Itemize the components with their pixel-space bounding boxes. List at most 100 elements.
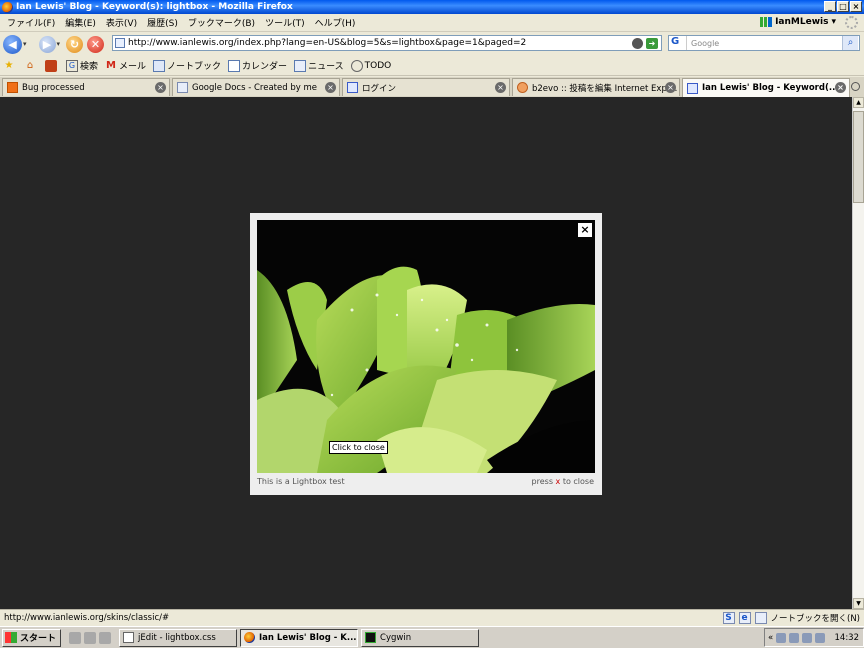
address-url: http://www.ianlewis.org/index.php?lang=e… [128,38,527,48]
tab-login[interactable]: ログイン × [342,78,510,96]
tab-list-button[interactable] [851,82,860,91]
task-cygwin[interactable]: Cygwin [361,628,480,647]
vertical-scrollbar[interactable]: ▲ ▼ [852,97,864,609]
tab-title: b2evo :: 投稿を編集 Internet Expl... [532,83,678,94]
security-icon[interactable] [789,632,800,643]
minimize-button[interactable]: _ [824,1,836,12]
maximize-button[interactable]: □ [837,1,849,12]
lightbox-close-button[interactable]: × [578,223,592,237]
bookmark-notebook[interactable]: ノートブック [153,59,221,72]
system-tray: « 14:32 [764,628,864,647]
stop-button[interactable]: ✕ [87,35,105,53]
news-icon [294,59,307,72]
ie-tab-icon[interactable]: e [738,612,751,624]
tab-b2evo[interactable]: b2evo :: 投稿を編集 Internet Expl... × [512,78,680,96]
search-icon[interactable]: ⌕ [842,36,858,50]
navigation-toolbar: ◀ ▾ ▶ ▾ ↻ ✕ http://www.ianlewis.org/inde… [0,32,864,56]
bookmark-todo[interactable]: TODO [350,59,392,72]
google-engine-icon[interactable]: G [669,36,687,50]
firefox-icon [45,59,57,72]
menu-history[interactable]: 履歴(S) [142,16,183,29]
page-overlay[interactable]: × Click to close This is a Lightbox test… [0,97,852,609]
bookmark-news[interactable]: ニュース [294,59,344,72]
status-icons: S e ノートブックを開く(N) [722,612,861,624]
bookmark-star[interactable]: ★ [3,60,17,72]
window-controls: _ □ × [824,1,862,12]
menu-bookmarks[interactable]: ブックマーク(B) [183,16,260,29]
back-history-dropdown[interactable]: ▾ [23,40,27,48]
notebook-icon [754,612,767,624]
back-button[interactable]: ◀ [3,34,22,54]
profile-menu[interactable]: IanMLewis ▾ [760,17,836,27]
bookmark-firefox[interactable] [45,59,59,72]
volume-icon[interactable] [802,632,813,643]
todo-icon [350,59,363,72]
task-firefox[interactable]: Ian Lewis' Blog - K... [240,628,359,647]
lightbox-dialog[interactable]: × Click to close This is a Lightbox test… [250,213,602,495]
forward-button[interactable]: ▶ [38,35,56,53]
page-icon [177,82,188,93]
tab-google-docs[interactable]: Google Docs - Created by me × [172,78,340,96]
feed-icon[interactable] [632,38,643,49]
bookmark-label: 検索 [80,62,99,72]
tray-expand-button[interactable]: « [768,633,773,643]
mail-icon[interactable] [815,632,826,643]
quick-launch-app-icon[interactable] [99,631,112,644]
tab-title: Google Docs - Created by me [192,82,317,93]
bookmark-label: カレンダー [242,62,288,72]
bookmark-mail[interactable]: M メール [105,59,146,72]
go-button[interactable]: ➜ [646,38,658,49]
windows-logo-icon [5,632,17,643]
close-window-button[interactable]: × [850,1,862,12]
menu-file[interactable]: ファイル(F) [2,16,60,29]
chevron-down-icon: ▾ [831,17,836,27]
page-icon [115,38,125,48]
star-icon: ★ [4,60,14,71]
window-title: Ian Lewis' Blog - Keyword(s): lightbox -… [16,2,293,12]
gmail-icon: M [106,60,116,71]
tab-ian-lewis-blog[interactable]: Ian Lewis' Blog - Keyword(... × [682,78,850,97]
bookmark-home[interactable]: ⌂ [24,60,38,72]
home-icon: ⌂ [26,60,34,71]
bookmark-label: メール [119,62,147,72]
lightbox-image[interactable]: × Click to close [257,220,595,473]
menu-help[interactable]: ヘルプ(H) [310,16,361,29]
tab-bug-processed[interactable]: Bug processed × [2,78,170,96]
close-icon[interactable]: × [835,82,846,93]
status-text: http://www.ianlewis.org/skins/classic/# [4,613,170,623]
forward-history-dropdown[interactable]: ▾ [57,40,61,48]
cygwin-icon [365,632,377,643]
close-icon[interactable]: × [495,82,506,93]
search-box[interactable]: G Google ⌕ [668,35,860,51]
close-icon[interactable]: × [155,82,166,93]
open-notebook-link[interactable]: ノートブックを開く(N) [771,612,861,624]
quick-launch-printer-icon[interactable] [69,631,82,644]
skype-icon[interactable]: S [722,612,735,624]
bookmark-search[interactable]: G 検索 [66,59,98,72]
address-bar[interactable]: http://www.ianlewis.org/index.php?lang=e… [112,35,662,51]
scroll-down-button[interactable]: ▼ [853,598,864,609]
b2evo-icon [517,82,528,93]
profile-icon [760,17,773,27]
hint-key: x [555,477,561,486]
bookmark-label: TODO [364,60,392,71]
search-placeholder: Google [691,38,720,48]
menu-edit[interactable]: 編集(E) [60,16,101,29]
firefox-icon [244,632,256,643]
close-icon[interactable]: × [665,82,676,93]
menu-view[interactable]: 表示(V) [101,16,142,29]
start-button[interactable]: スタート [2,628,62,647]
reload-button[interactable]: ↻ [66,35,84,53]
network-icon[interactable] [776,632,787,643]
ie-icon [687,82,698,94]
close-icon[interactable]: × [325,82,336,93]
task-jedit[interactable]: jEdit - lightbox.css [119,628,238,647]
scroll-up-button[interactable]: ▲ [853,97,864,108]
scroll-thumb[interactable] [853,111,864,203]
quick-launch-globe-icon[interactable] [84,631,97,644]
tab-strip: Bug processed × Google Docs - Created by… [0,77,864,97]
bookmark-calendar[interactable]: カレンダー [228,59,287,72]
menu-tools[interactable]: ツール(T) [260,16,310,29]
windows-taskbar: スタート jEdit - lightbox.css Ian Lewis' Blo… [0,626,864,648]
google-icon: G [66,59,78,72]
